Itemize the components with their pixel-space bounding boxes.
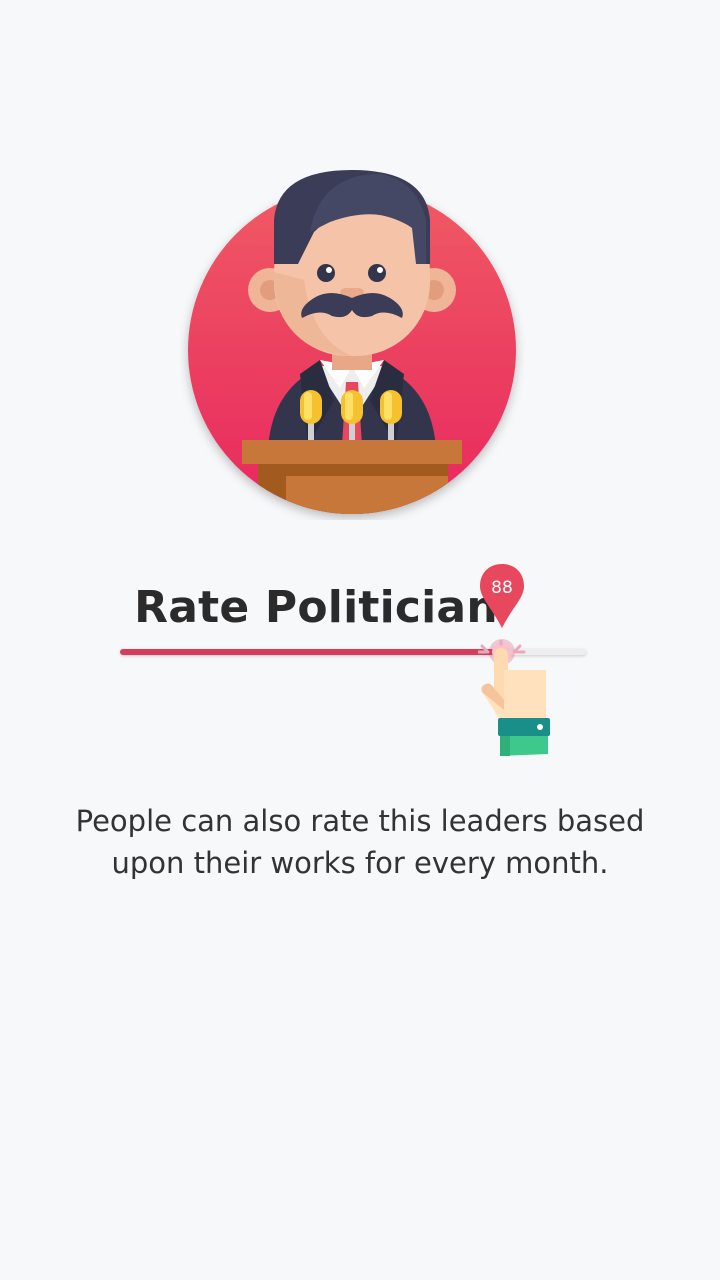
politician-illustration	[180, 160, 525, 520]
value-pin: 88	[478, 562, 526, 630]
hand-pointer-icon	[476, 636, 558, 758]
slider-fill	[120, 649, 502, 655]
description-text: People can also rate this leaders based …	[75, 804, 645, 880]
page-title: Rate Politician	[134, 582, 498, 633]
rating-value: 88	[491, 578, 513, 598]
politician-at-podium-icon	[188, 170, 516, 514]
